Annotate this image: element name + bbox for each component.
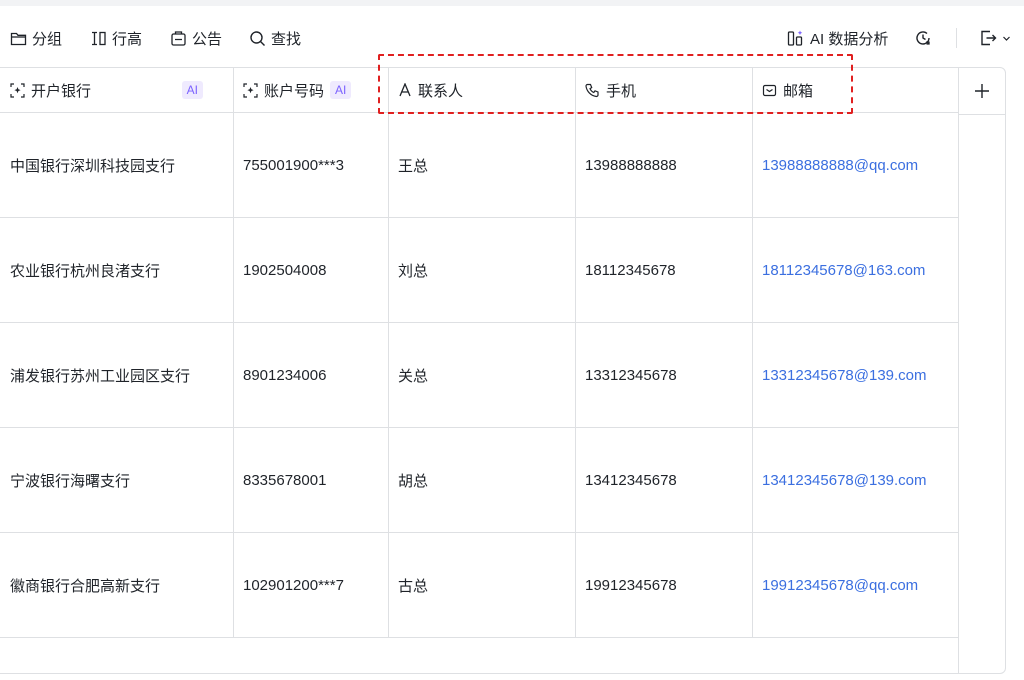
table-row[interactable]: 宁波银行海曙支行 8335678001 胡总 13412345678 13412… [0, 428, 959, 533]
ai-badge[interactable]: AI [181, 81, 203, 99]
column-header-phone[interactable]: 手机 [575, 68, 753, 112]
phone-cell[interactable]: 13988888888 [575, 113, 753, 217]
column-label: 开户银行 [31, 82, 92, 100]
search-button[interactable]: 查找 [249, 14, 301, 62]
table-row[interactable]: 中国银行深圳科技园支行 755001900***3 王总 13988888888… [0, 113, 959, 218]
history-icon [916, 31, 930, 45]
announcement-icon [171, 30, 186, 46]
contact-cell[interactable]: 关总 [388, 323, 576, 427]
column-label: 邮箱 [783, 82, 814, 100]
announcement-label: 公告 [192, 30, 223, 48]
account-cell[interactable]: 1902504008 [233, 218, 389, 322]
row-height-button[interactable]: 行高 [90, 14, 142, 62]
group-button[interactable]: 分组 [10, 14, 62, 62]
ai-badge[interactable]: AI [330, 81, 352, 99]
phone-cell[interactable]: 19912345678 [575, 533, 753, 637]
column-label: 手机 [606, 82, 637, 100]
text-field-icon [399, 83, 411, 97]
email-cell[interactable]: 13412345678@139.com [752, 428, 959, 532]
search-icon [250, 30, 265, 46]
ai-field-icon [243, 82, 258, 98]
account-cell[interactable]: 102901200***7 [233, 533, 389, 637]
column-label: 账户号码 [264, 82, 325, 100]
announcement-button[interactable]: 公告 [170, 14, 222, 62]
column-header-email[interactable]: 邮箱 [752, 68, 959, 112]
mail-icon [762, 84, 777, 96]
email-cell[interactable]: 18112345678@163.com [752, 218, 959, 322]
bank-cell[interactable]: 农业银行杭州良渚支行 [0, 218, 234, 322]
email-cell[interactable]: 13988888888@qq.com [752, 113, 959, 217]
column-header-bank[interactable]: 开户银行 AI [0, 68, 234, 112]
table-row[interactable]: 徽商银行合肥高新支行 102901200***7 古总 19912345678 … [0, 533, 959, 638]
column-header-contact[interactable]: 联系人 [388, 68, 576, 112]
phone-icon [585, 83, 599, 97]
contact-cell[interactable]: 刘总 [388, 218, 576, 322]
empty-row[interactable] [0, 638, 959, 674]
export-icon [981, 30, 997, 46]
contact-cell[interactable]: 王总 [388, 113, 576, 217]
search-label: 查找 [271, 30, 302, 48]
bank-cell[interactable]: 浦发银行苏州工业园区支行 [0, 323, 234, 427]
export-dropdown[interactable] [979, 14, 1011, 62]
group-label: 分组 [32, 30, 63, 48]
phone-cell[interactable]: 18112345678 [575, 218, 753, 322]
contact-cell[interactable]: 古总 [388, 533, 576, 637]
account-cell[interactable]: 8901234006 [233, 323, 389, 427]
add-column-button[interactable] [959, 68, 1005, 115]
account-cell[interactable]: 8335678001 [233, 428, 389, 532]
ai-field-icon [10, 82, 25, 98]
ai-analysis-icon [787, 30, 803, 46]
table-header: 开户银行 AI 账户号码 AI 联系人 手机 邮箱 [0, 67, 959, 113]
phone-cell[interactable]: 13312345678 [575, 323, 753, 427]
row-height-icon [92, 31, 106, 45]
contact-cell[interactable]: 胡总 [388, 428, 576, 532]
column-header-account[interactable]: 账户号码 AI [233, 68, 389, 112]
ai-analysis-button[interactable]: AI 数据分析 [787, 14, 888, 62]
bank-cell[interactable]: 中国银行深圳科技园支行 [0, 113, 234, 217]
row-height-label: 行高 [112, 30, 143, 48]
bank-cell[interactable]: 宁波银行海曙支行 [0, 428, 234, 532]
toolbar-divider [956, 28, 957, 48]
table-row[interactable]: 农业银行杭州良渚支行 1902504008 刘总 18112345678 181… [0, 218, 959, 323]
plus-icon [975, 84, 989, 98]
account-cell[interactable]: 755001900***3 [233, 113, 389, 217]
ai-analysis-label: AI 数据分析 [810, 30, 889, 48]
email-cell[interactable]: 13312345678@139.com [752, 323, 959, 427]
chevron-down-icon [1003, 36, 1010, 41]
history-button[interactable] [914, 14, 932, 62]
column-label: 联系人 [418, 82, 464, 100]
toolbar: 分组 行高 公告 查找 AI 数据分析 [0, 14, 1024, 62]
folder-icon [10, 32, 27, 45]
table-row[interactable]: 浦发银行苏州工业园区支行 8901234006 关总 13312345678 1… [0, 323, 959, 428]
bank-cell[interactable]: 徽商银行合肥高新支行 [0, 533, 234, 637]
top-strip [0, 0, 1024, 6]
email-cell[interactable]: 19912345678@qq.com [752, 533, 959, 637]
phone-cell[interactable]: 13412345678 [575, 428, 753, 532]
add-column-area [958, 67, 1006, 674]
